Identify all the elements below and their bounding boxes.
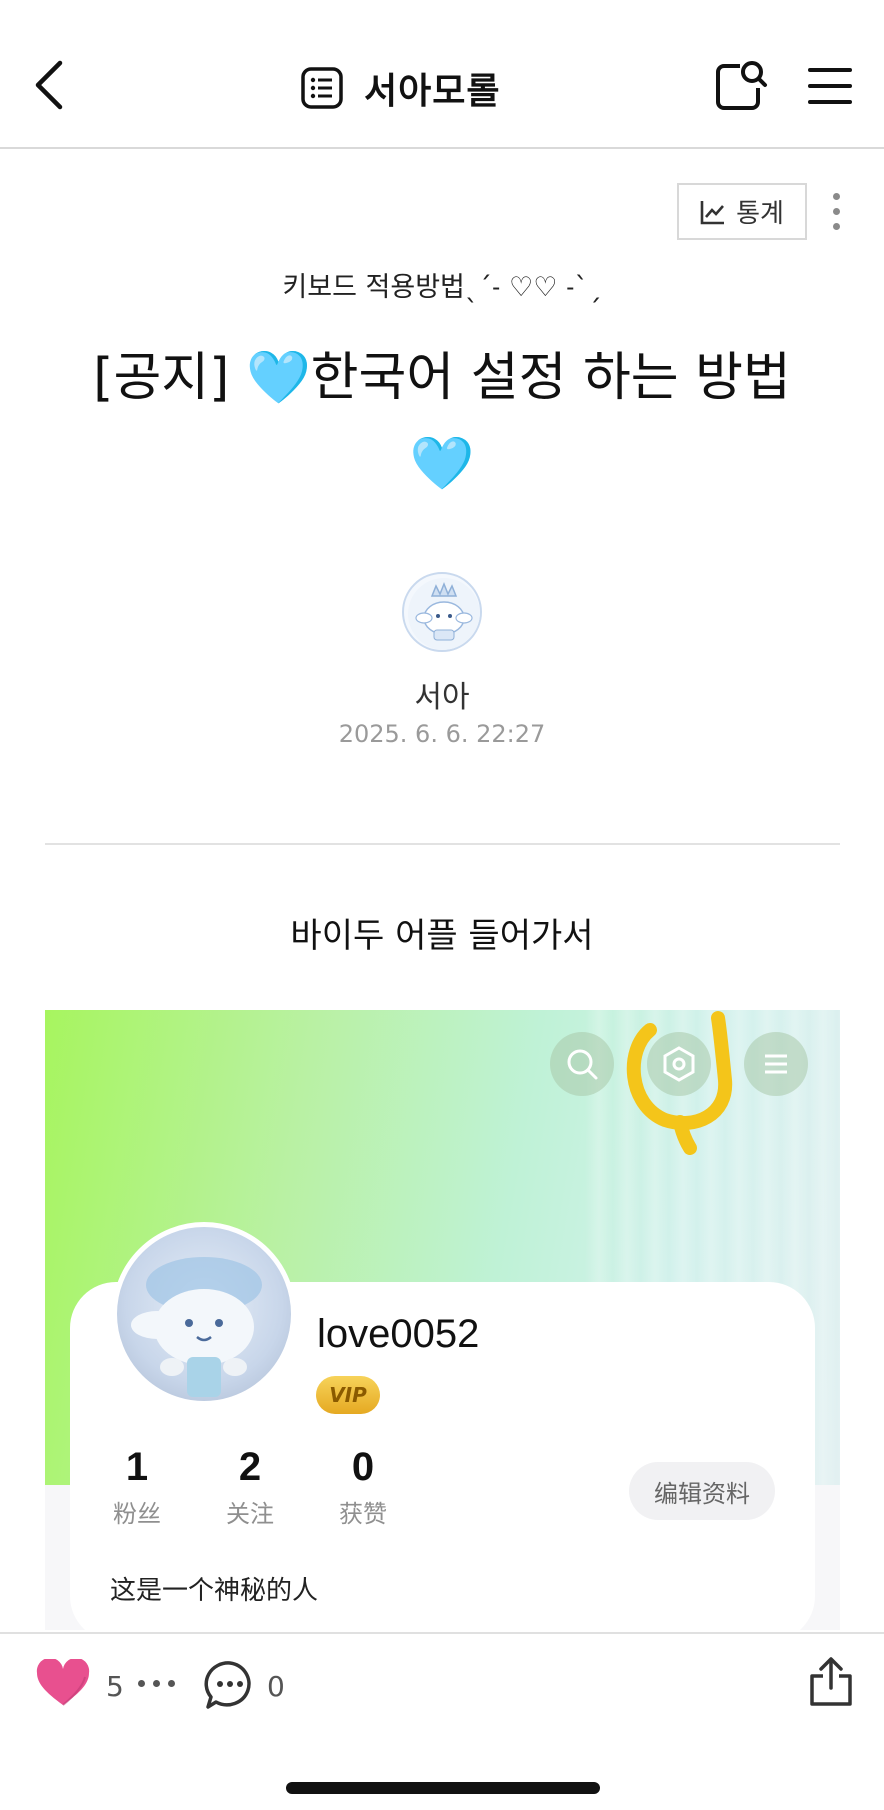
statistics-button[interactable]: 통계 (677, 183, 807, 240)
cinnamoroll-avatar-icon (408, 578, 480, 650)
blue-heart-emoji: 🩵 (409, 434, 475, 494)
author-name[interactable]: 서아 (0, 672, 884, 716)
comment-count: 0 (267, 1670, 285, 1703)
comment-bubble-icon (204, 1661, 251, 1709)
search-icon (567, 1049, 598, 1080)
top-navigation-bar: 서아모롤 (0, 0, 884, 149)
share-button[interactable] (808, 1656, 854, 1708)
list-document-icon (301, 67, 343, 109)
likers-more-button[interactable] (138, 1680, 182, 1692)
post-title: [공지] 🩵한국어 설정 하는 방법 🩵 (50, 335, 834, 507)
post-date: 2025. 6. 6. 22:27 (338, 720, 546, 748)
likes-received-stat: 0 获赞 (318, 1445, 408, 1529)
content-divider (45, 843, 840, 845)
search-button[interactable] (712, 58, 768, 114)
post-category[interactable]: 키보드 적용방법ˎˊ˗ ♡♡ ˗ˋˏ (0, 265, 884, 304)
hamburger-menu-icon (808, 68, 852, 104)
chevron-left-icon (35, 60, 63, 110)
author-avatar[interactable] (402, 572, 482, 652)
stat-value: 1 (125, 1445, 149, 1489)
post-title-text: [공지] 🩵한국어 설정 하는 방법 (93, 348, 791, 408)
stat-label: 粉丝 (113, 1500, 161, 1528)
yellow-highlight-scribble (626, 1011, 733, 1155)
heart-icon (36, 1657, 90, 1706)
menu-icon (765, 1054, 787, 1074)
stat-label: 关注 (226, 1500, 274, 1528)
stat-value: 0 (351, 1445, 375, 1489)
like-count: 5 (106, 1670, 124, 1703)
stat-value: 2 (238, 1445, 262, 1489)
search-in-window-icon (716, 61, 767, 110)
comment-button[interactable] (204, 1659, 256, 1711)
profile-avatar (112, 1222, 296, 1406)
dot (153, 1680, 160, 1687)
board-title-link[interactable]: 서아모롤 (300, 60, 500, 116)
screenshot-search-icon (550, 1032, 614, 1096)
back-button[interactable] (30, 55, 80, 115)
edit-profile-button: 编辑资料 (629, 1462, 775, 1520)
embedded-app-screenshot[interactable]: love0052 VIP 1 粉丝 2 关注 0 获赞 编辑资料 这是一个神秘的… (45, 1010, 840, 1630)
dot (832, 193, 840, 200)
statistics-label: 통계 (736, 199, 784, 229)
profile-username: love0052 (317, 1312, 480, 1356)
share-icon (810, 1657, 852, 1706)
bottom-action-bar: 5 0 (0, 1632, 884, 1810)
stat-label: 获赞 (339, 1500, 387, 1528)
vip-badge: VIP (316, 1376, 380, 1414)
following-stat: 2 关注 (205, 1445, 295, 1529)
dot (832, 223, 840, 230)
like-button[interactable] (35, 1657, 91, 1709)
post-body-text: 바이두 어플 들어가서 (290, 916, 594, 956)
followers-stat: 1 粉丝 (92, 1445, 182, 1529)
board-title: 서아모롤 (364, 71, 501, 112)
menu-button[interactable] (806, 62, 854, 110)
dot (168, 1680, 175, 1687)
dot (138, 1680, 145, 1687)
home-indicator[interactable] (286, 1782, 600, 1794)
dot (832, 208, 840, 215)
profile-bio: 这是一个神秘的人 (110, 1576, 319, 1606)
plush-avatar-icon (131, 1257, 262, 1397)
chart-trend-icon (700, 200, 725, 224)
more-options-button[interactable] (826, 188, 846, 238)
